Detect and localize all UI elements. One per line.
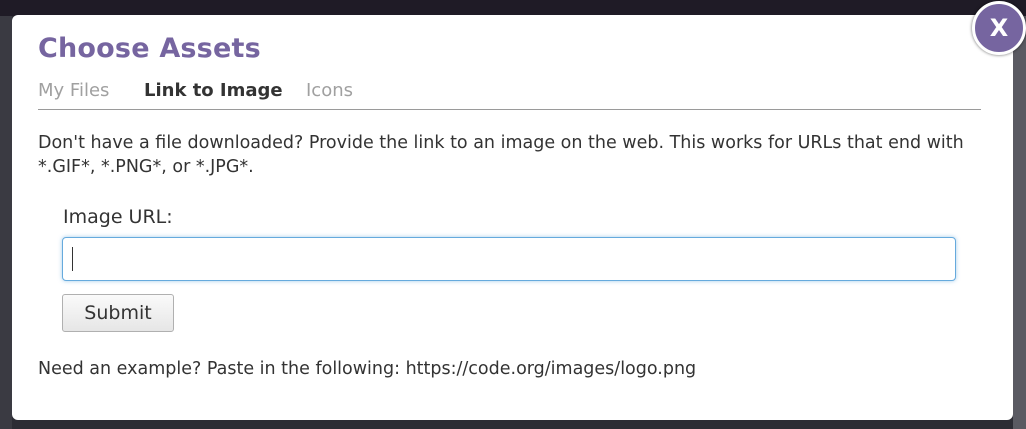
tab-icons[interactable]: Icons [306,79,353,103]
image-url-input[interactable] [62,237,956,281]
background-top-bar [0,0,1026,16]
link-description: Don't have a file downloaded? Provide th… [38,133,964,177]
example-hint: Need an example? Paste in the following:… [38,359,697,379]
image-url-label: Image URL: [63,206,173,228]
tab-bar: My Files Link to Image Icons [38,79,981,110]
background-right-strip [1013,16,1026,429]
tab-link-to-image[interactable]: Link to Image [144,79,283,103]
close-button[interactable]: X [972,1,1026,55]
text-caret [72,247,73,271]
submit-button[interactable]: Submit [62,294,174,332]
background-left-strip [0,16,12,429]
tab-my-files[interactable]: My Files [38,79,109,103]
close-icon: X [989,14,1009,42]
choose-assets-dialog: Choose Assets My Files Link to Image Ico… [12,15,1013,420]
dialog-title: Choose Assets [38,33,261,64]
